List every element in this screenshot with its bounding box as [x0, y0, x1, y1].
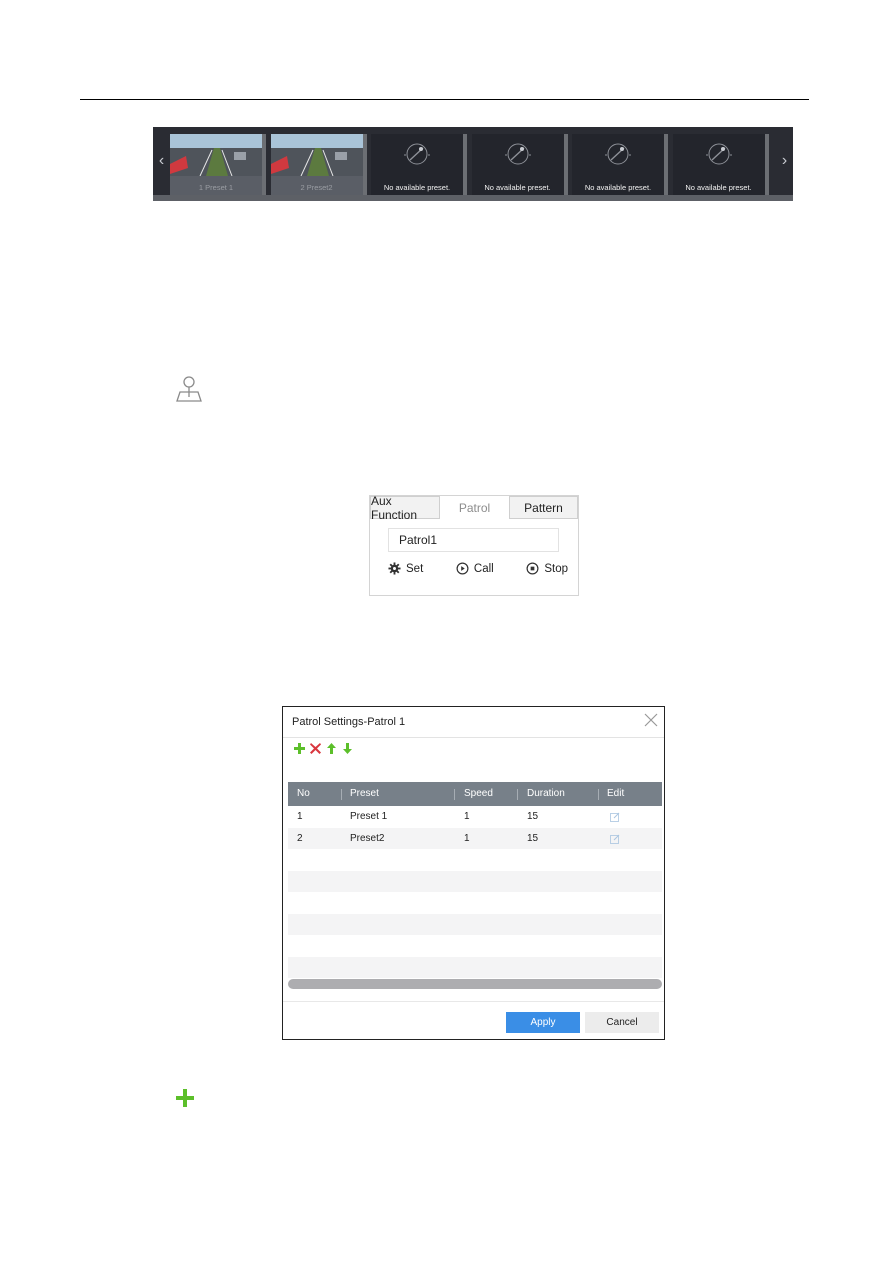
- gear-icon: [388, 562, 401, 575]
- preset-thumbnail[interactable]: No available preset.: [471, 134, 568, 195]
- cell-preset: Preset 1: [350, 811, 388, 822]
- col-edit: Edit: [607, 788, 625, 799]
- chevron-right-icon: ›: [781, 152, 788, 169]
- strip-prev-button[interactable]: ‹: [153, 127, 170, 195]
- set-label: Set: [406, 562, 424, 575]
- cell-speed: 1: [464, 832, 470, 844]
- col-divider: [598, 789, 599, 800]
- preset-caption: No available preset.: [383, 183, 451, 192]
- preset-caption: No available preset.: [584, 183, 652, 192]
- cell-no: 2: [297, 832, 303, 844]
- table-header: No Preset Speed Duration Edit: [288, 782, 662, 806]
- tab-pattern[interactable]: Pattern: [509, 496, 578, 519]
- preset-caption: No available preset.: [685, 183, 752, 192]
- no-preset-icon: [404, 143, 430, 165]
- page-header-rule: [80, 99, 809, 100]
- col-divider: [517, 789, 518, 800]
- cancel-button[interactable]: Cancel: [585, 1012, 659, 1033]
- table-row[interactable]: [288, 870, 662, 892]
- stop-circle-icon: [526, 562, 539, 575]
- preset-caption: No available preset.: [484, 183, 551, 192]
- cell-speed: 1: [464, 811, 470, 822]
- stop-label: Stop: [544, 562, 568, 575]
- preset-thumbnail[interactable]: 2 Preset2: [270, 134, 367, 195]
- plus-icon: [176, 1089, 194, 1107]
- no-preset-icon: [504, 143, 531, 165]
- cell-no: 1: [297, 811, 303, 822]
- table-horizontal-scrollbar[interactable]: [288, 979, 662, 989]
- preset-thumbnail[interactable]: 1 Preset 1: [170, 134, 266, 195]
- move-up-icon[interactable]: [325, 742, 338, 755]
- table-row[interactable]: [288, 935, 662, 957]
- map-pin-icon: [176, 376, 202, 402]
- table-row[interactable]: [288, 892, 662, 914]
- col-speed: Speed: [464, 788, 493, 799]
- set-button[interactable]: Set: [388, 562, 423, 575]
- col-divider: [454, 789, 455, 800]
- col-duration: Duration: [527, 788, 565, 799]
- preset-strip: ‹ 1 Preset 1 2 Preset2 No available preset…: [153, 127, 793, 201]
- no-preset-icon: [705, 143, 732, 165]
- edit-icon[interactable]: [610, 834, 620, 844]
- add-icon[interactable]: [293, 742, 306, 755]
- patrol-table: No Preset Speed Duration Edit 1 Preset 11…: [288, 782, 662, 978]
- stop-button[interactable]: Stop: [526, 562, 568, 575]
- col-no: No: [297, 788, 310, 799]
- tab-patrol[interactable]: Patrol: [440, 496, 509, 519]
- patrol-settings-dialog: Patrol Settings-Patrol 1 No Preset Speed…: [282, 706, 665, 1040]
- table-row[interactable]: 2 Preset2 1 15: [288, 827, 662, 849]
- preset-snapshot: [170, 134, 262, 176]
- strip-next-button[interactable]: ›: [776, 127, 793, 195]
- col-divider: [341, 789, 342, 800]
- move-down-icon[interactable]: [341, 742, 354, 755]
- tab-aux-function[interactable]: Aux Function: [370, 494, 440, 522]
- patrol-select[interactable]: Patrol1: [388, 528, 559, 552]
- col-preset: Preset: [350, 788, 379, 799]
- no-preset-icon: [605, 143, 631, 165]
- preset-caption: 1 Preset 1: [198, 183, 234, 192]
- footer-divider: [283, 1001, 664, 1002]
- dialog-toolbar: [293, 742, 354, 755]
- ptz-control-panel: Aux Function Patrol Pattern Patrol1 Set …: [369, 494, 579, 596]
- play-circle-icon: [456, 562, 469, 575]
- chevron-left-icon: ‹: [158, 152, 165, 169]
- table-row[interactable]: [288, 956, 662, 978]
- call-label: Call: [473, 562, 494, 575]
- table-row[interactable]: 1 Preset 1 1 15: [288, 806, 662, 828]
- call-button[interactable]: Call: [456, 562, 494, 575]
- title-divider: [283, 737, 664, 738]
- preset-snapshot: [270, 134, 363, 176]
- preset-thumbnail[interactable]: No available preset.: [572, 134, 668, 195]
- table-row[interactable]: [288, 913, 662, 935]
- preset-thumbnail[interactable]: No available preset.: [371, 134, 467, 195]
- preset-caption: 2 Preset2: [300, 183, 333, 192]
- cell-duration: 15: [527, 811, 539, 822]
- apply-button[interactable]: Apply: [506, 1012, 580, 1033]
- edit-icon[interactable]: [610, 812, 620, 822]
- preset-thumbnail[interactable]: No available preset.: [672, 134, 769, 195]
- delete-icon[interactable]: [309, 742, 322, 755]
- close-icon[interactable]: [644, 713, 658, 727]
- table-row[interactable]: [288, 849, 662, 871]
- strip-scrollbar[interactable]: [153, 195, 793, 201]
- cell-duration: 15: [527, 832, 539, 844]
- cell-preset: Preset2: [350, 832, 385, 844]
- dialog-title: Patrol Settings-Patrol 1: [292, 716, 406, 728]
